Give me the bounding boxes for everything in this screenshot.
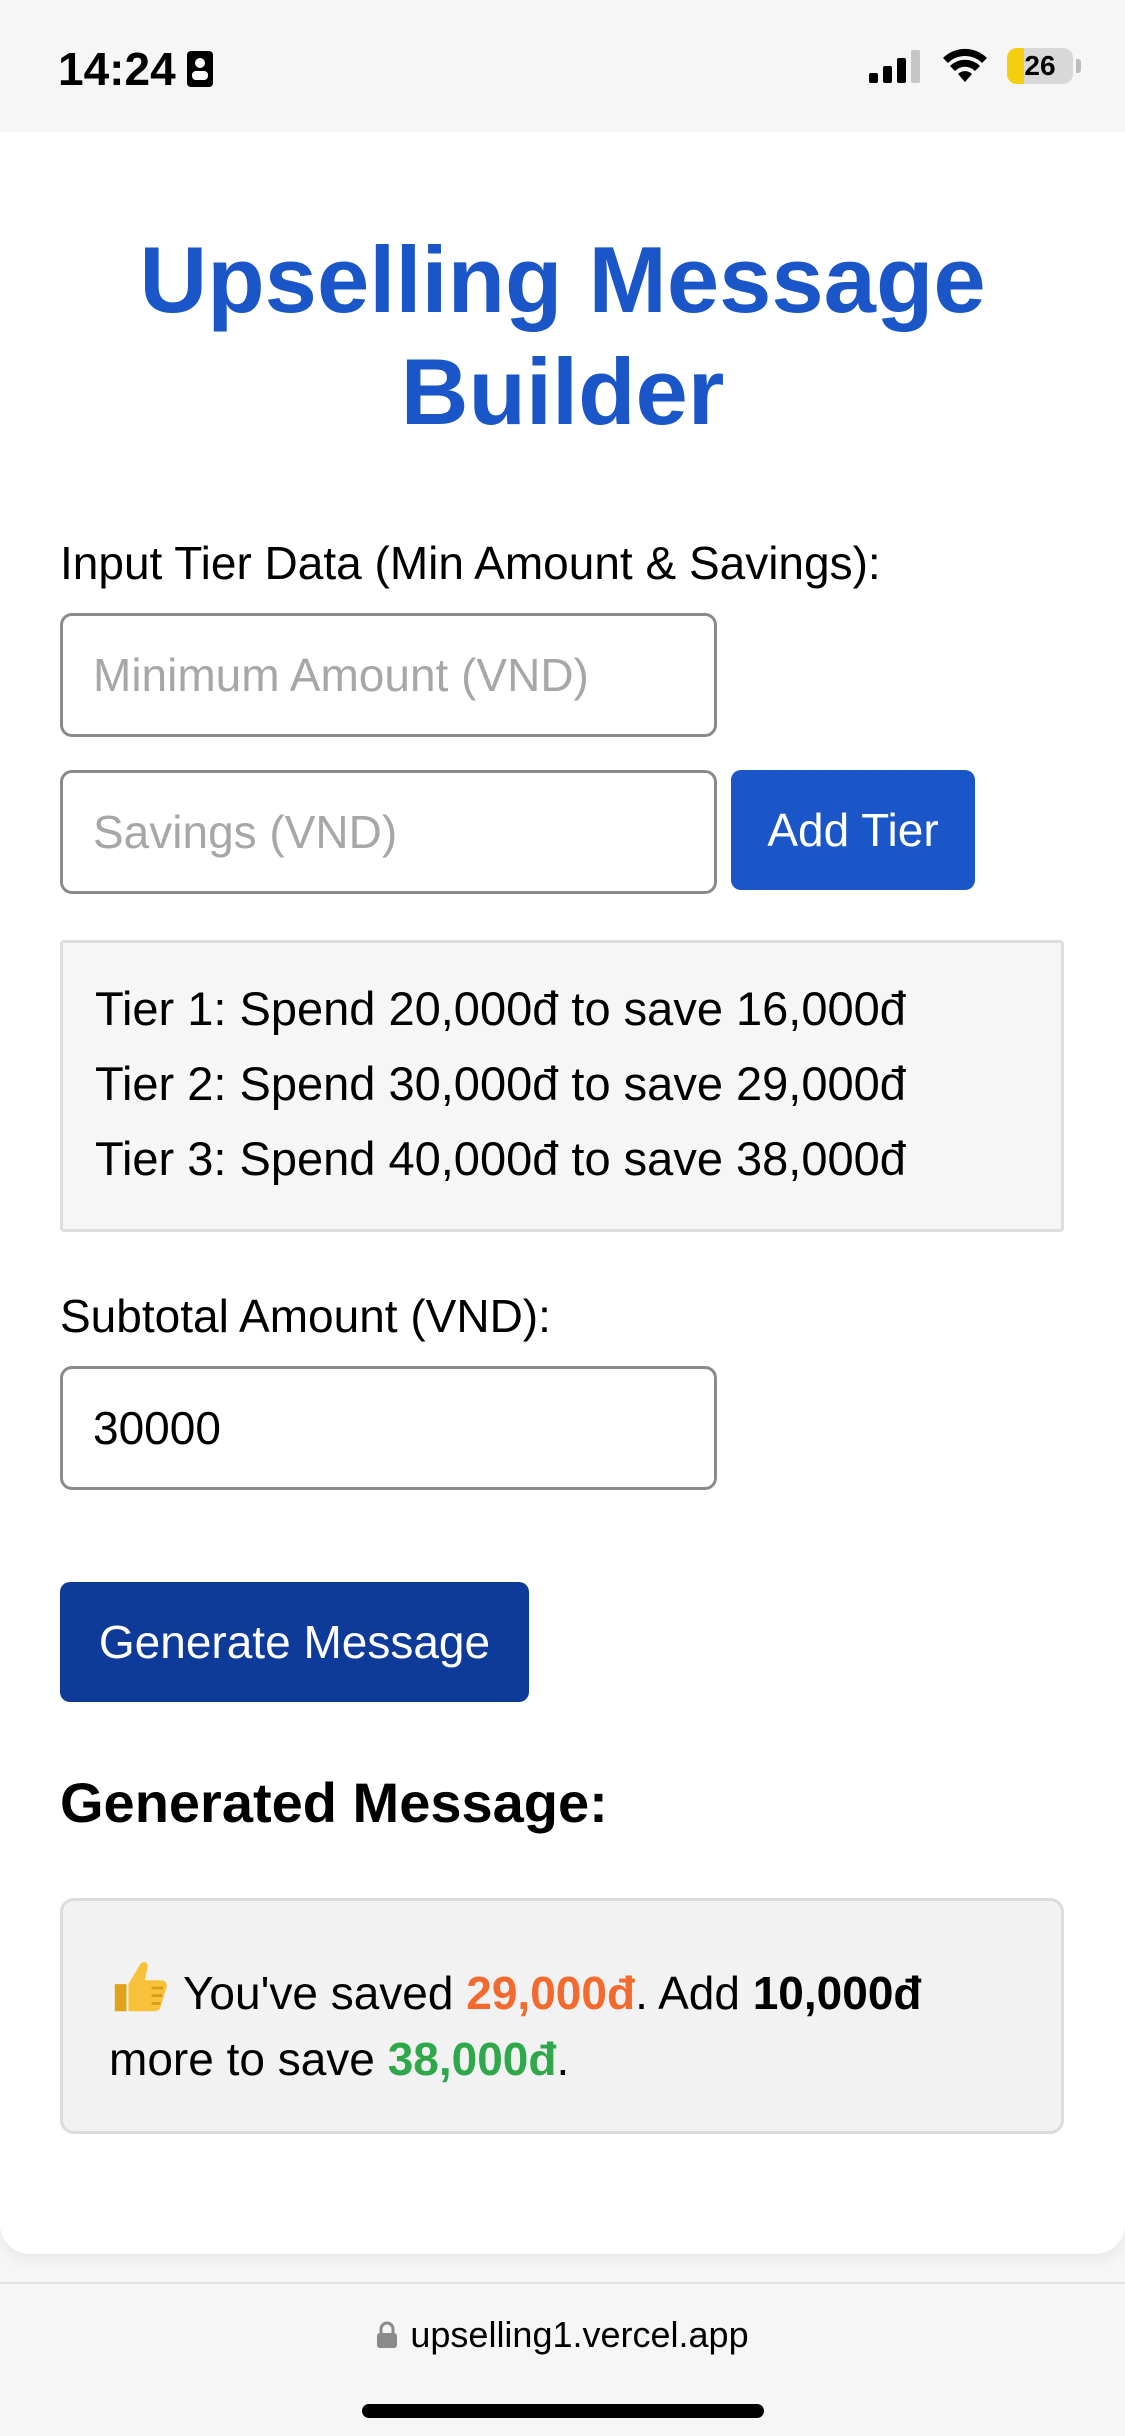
home-indicator[interactable] [362,2404,764,2418]
lock-icon [377,2321,398,2348]
savings-input[interactable] [60,770,717,894]
battery-fill [1007,48,1025,84]
generate-message-button[interactable]: Generate Message [60,1582,529,1702]
battery-icon: 26 [1007,48,1081,84]
status-indicators: 26 [869,48,1081,84]
page-title: Upselling Message Builder [139,227,986,444]
clock: 14:24 [58,43,176,95]
page-card: Upselling Message Builder Input Tier Dat… [0,132,1125,2254]
subtotal-input[interactable] [60,1366,717,1490]
url-text: upselling1.vercel.app [410,2314,749,2355]
generated-message-heading: Generated Message: [60,1771,608,1834]
subtotal-label: Subtotal Amount (VND): [60,1290,551,1342]
status-bar: 14:24 26 [0,0,1125,132]
generated-message-box: You've saved 29,000đ. Add 10,000đ more t… [60,1898,1064,2134]
battery-cap [1076,59,1081,73]
message-text-3: more to save [109,2033,388,2085]
tier-input-label: Input Tier Data (Min Amount & Savings): [60,537,881,589]
add-amount: 10,000đ [752,1967,922,2019]
next-savings-amount: 38,000đ [387,2033,557,2085]
cellular-signal-icon [869,50,920,83]
list-item: Tier 1: Spend 20,000đ to save 16,000đ [95,982,906,1035]
list-item: Tier 3: Spend 40,000đ to save 38,000đ [95,1132,906,1185]
list-item: Tier 2: Spend 30,000đ to save 29,000đ [95,1057,906,1110]
wifi-icon [943,48,987,82]
battery-level: 26 [1024,50,1056,81]
min-amount-input[interactable] [60,613,717,737]
status-time-group: 14:24 [58,42,214,96]
saved-amount: 29,000đ [466,1967,636,2019]
url-display[interactable]: upselling1.vercel.app [0,2314,1125,2356]
message-text-1: You've saved [182,1967,467,2019]
add-tier-button[interactable]: Add Tier [731,770,975,890]
tier-list: Tier 1: Spend 20,000đ to save 16,000đ Ti… [60,940,1064,1232]
thumbs-up-icon [114,1961,167,2012]
battery-body: 26 [1007,48,1073,84]
message-text-4: . [556,2033,570,2085]
browser-address-bar[interactable]: upselling1.vercel.app [0,2282,1125,2436]
message-text-2: . Add [635,1967,753,2019]
contact-card-icon [186,51,213,87]
